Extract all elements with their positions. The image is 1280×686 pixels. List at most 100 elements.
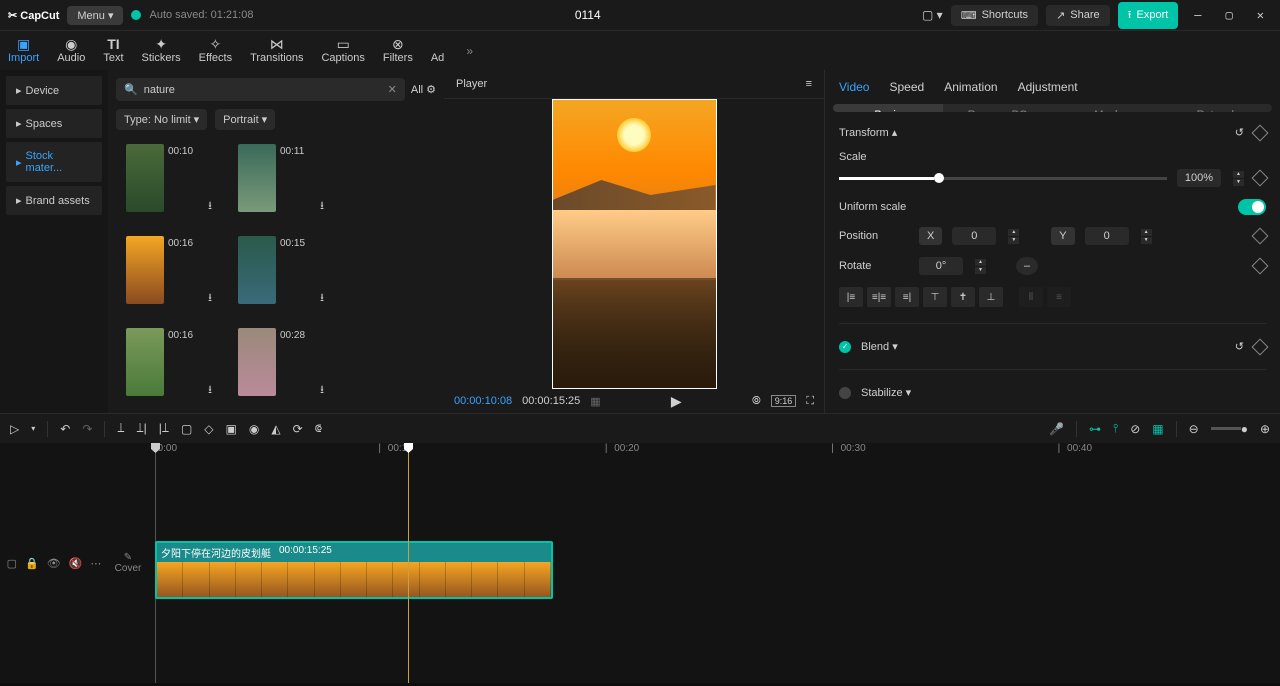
timeline-playhead[interactable]: [408, 443, 409, 683]
close-button[interactable]: ✕: [1249, 8, 1272, 22]
delete-icon[interactable]: ▢: [181, 422, 192, 436]
scale-value[interactable]: 100%: [1177, 169, 1221, 187]
grid-icon[interactable]: ▦: [590, 395, 600, 408]
search-input[interactable]: 🔍 nature ✕: [116, 78, 405, 101]
download-icon[interactable]: ⭳: [320, 289, 324, 308]
download-icon[interactable]: ⭳: [208, 381, 212, 400]
align-top-icon[interactable]: ⊤: [923, 287, 947, 307]
ribbon-captions[interactable]: ▭Captions: [321, 34, 364, 68]
filter-type[interactable]: Type: No limit ▾: [116, 109, 207, 130]
media-thumb[interactable]: 00:16 ⭳: [126, 328, 220, 400]
minimize-button[interactable]: —: [1186, 8, 1209, 22]
align-vcenter-icon[interactable]: ✝: [951, 287, 975, 307]
zoomfit-icon[interactable]: ⊕: [1260, 422, 1270, 436]
export-button[interactable]: ⭱ Export: [1118, 2, 1179, 29]
download-icon[interactable]: ⭳: [320, 197, 324, 216]
tab-adjustment[interactable]: Adjustment: [1018, 80, 1078, 94]
keyframe-diamond-icon[interactable]: [1252, 124, 1269, 141]
media-thumb[interactable]: 00:15 ⭳: [238, 236, 332, 308]
align-bottom-icon[interactable]: ⊥: [979, 287, 1003, 307]
all-filter-button[interactable]: All ⚙: [411, 83, 436, 96]
uniform-scale-toggle[interactable]: [1238, 199, 1266, 215]
rotate-input[interactable]: 0°: [919, 257, 963, 275]
media-thumb[interactable]: 00:11 ⭳: [238, 144, 332, 216]
crop-icon[interactable]: ⟃: [315, 421, 322, 436]
align-left-icon[interactable]: |≡: [839, 287, 863, 307]
undo-icon[interactable]: ↶: [60, 422, 70, 436]
fullscreen-icon[interactable]: ⛶: [806, 395, 814, 408]
shield-icon[interactable]: ◇: [204, 422, 213, 436]
blend-checkbox[interactable]: ✓: [839, 341, 851, 353]
rotate-stepper[interactable]: ▲▼: [975, 259, 986, 274]
ribbon-text[interactable]: TIText: [103, 34, 123, 68]
zoomout-icon[interactable]: ⊖: [1189, 422, 1199, 436]
subtab-retouch[interactable]: Retouch: [1162, 104, 1272, 112]
snap-icon[interactable]: ⫯: [1113, 421, 1118, 436]
pointer-tool-icon[interactable]: ▷: [10, 422, 19, 436]
preview-icon[interactable]: ▦: [1152, 422, 1163, 436]
media-thumb[interactable]: 00:10 ⭳: [126, 144, 220, 216]
track-mute-icon[interactable]: 🔇: [69, 557, 83, 570]
ribbon-more-icon[interactable]: »: [466, 44, 473, 58]
tab-animation[interactable]: Animation: [944, 80, 997, 94]
magnet-icon[interactable]: ⊶: [1089, 422, 1101, 436]
reset-icon[interactable]: ↺: [1235, 126, 1244, 139]
ribbon-stickers[interactable]: ✦Stickers: [142, 34, 181, 68]
keyframe-diamond-icon[interactable]: [1252, 258, 1269, 275]
align-hcenter-icon[interactable]: ≡|≡: [867, 287, 891, 307]
split-icon[interactable]: ⟘: [117, 421, 124, 436]
snapshot-icon[interactable]: ⦾: [752, 395, 761, 408]
pos-x-input[interactable]: 0: [952, 227, 996, 245]
scale-slider[interactable]: [839, 177, 1167, 180]
split-left-icon[interactable]: ⟘|: [136, 421, 146, 436]
sidebar-item-spaces[interactable]: ▸Spaces: [6, 109, 102, 138]
mirror-icon[interactable]: ◭: [271, 422, 280, 436]
pointer-dropdown-icon[interactable]: ▾: [31, 424, 35, 433]
download-icon[interactable]: ⭳: [320, 381, 324, 400]
keyframe-diamond-icon[interactable]: [1252, 338, 1269, 355]
sidebar-item-device[interactable]: ▸Device: [6, 76, 102, 105]
subtab-removebg[interactable]: Remove BG: [943, 104, 1053, 112]
media-thumb[interactable]: 00:16 ⭳: [126, 236, 220, 308]
menu-button[interactable]: Menu ▾: [67, 6, 123, 25]
reverse-icon[interactable]: ◉: [249, 422, 259, 436]
media-thumb[interactable]: 00:28 ⭳: [238, 328, 332, 400]
ribbon-filters[interactable]: ⊗Filters: [383, 34, 413, 68]
subtab-basic[interactable]: Basic: [833, 104, 943, 112]
aspect-icon[interactable]: ▢ ▾: [922, 8, 943, 22]
timeline-clip[interactable]: 夕阳下停在河边的皮划艇 00:00:15:25: [155, 541, 553, 599]
reset-icon[interactable]: ↺: [1235, 340, 1244, 353]
ribbon-transitions[interactable]: ⋈Transitions: [250, 34, 303, 68]
rotate-dial-icon[interactable]: –: [1016, 257, 1038, 275]
maximize-button[interactable]: ▢: [1218, 8, 1241, 22]
aspect-916-icon[interactable]: 9:16: [771, 395, 797, 407]
cover-button[interactable]: ✎ Cover: [108, 443, 148, 683]
track-collapse-icon[interactable]: ▢: [7, 557, 17, 570]
download-icon[interactable]: ⭳: [208, 197, 212, 216]
pos-y-stepper[interactable]: ▲▼: [1141, 229, 1152, 244]
ribbon-audio[interactable]: ◉Audio: [57, 34, 85, 68]
scale-stepper[interactable]: ▲▼: [1233, 171, 1244, 186]
mic-icon[interactable]: 🎤: [1049, 422, 1064, 436]
tab-speed[interactable]: Speed: [889, 80, 924, 94]
keyframe-diamond-icon[interactable]: [1252, 170, 1269, 187]
ribbon-effects[interactable]: ✧Effects: [199, 34, 232, 68]
shortcuts-button[interactable]: ⌨ Shortcuts: [951, 5, 1038, 26]
sidebar-item-stock[interactable]: ▸Stock mater...: [6, 142, 102, 182]
sidebar-item-brand[interactable]: ▸Brand assets: [6, 186, 102, 215]
share-button[interactable]: ↗ Share: [1046, 5, 1110, 26]
pos-x-stepper[interactable]: ▲▼: [1008, 229, 1019, 244]
copy-icon[interactable]: ▣: [226, 422, 237, 436]
subtab-mask[interactable]: Mask: [1053, 104, 1163, 112]
keyframe-diamond-icon[interactable]: [1252, 228, 1269, 245]
track-visible-icon[interactable]: 👁: [47, 557, 61, 570]
filter-orientation[interactable]: Portrait ▾: [215, 109, 275, 130]
clear-icon[interactable]: ✕: [388, 83, 397, 96]
zoom-slider[interactable]: ●: [1211, 422, 1248, 436]
split-right-icon[interactable]: |⟘: [159, 421, 169, 436]
track-lock-icon[interactable]: 🔒: [25, 557, 39, 570]
player-viewport[interactable]: [444, 99, 824, 389]
rotate-icon[interactable]: ⟳: [293, 422, 303, 436]
timeline-tracks[interactable]: 00:00 | 00:10 | 00:20 | 00:30 | 00:40 夕阳…: [148, 443, 1280, 683]
ribbon-ad[interactable]: Ad: [431, 34, 444, 68]
